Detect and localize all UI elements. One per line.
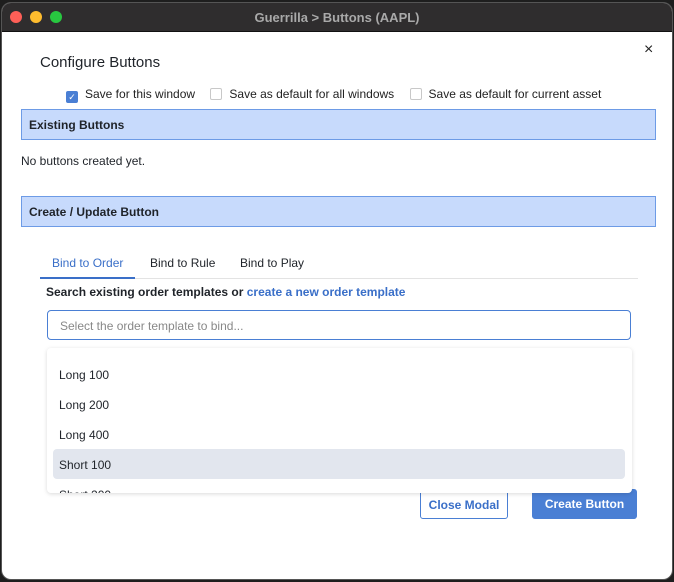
create-button[interactable]: Create Button — [532, 489, 637, 519]
dropdown-item[interactable]: Long 100 — [53, 359, 625, 389]
order-template-input[interactable]: Select the order template to bind... — [47, 310, 631, 340]
dropdown-item[interactable]: Long 200 — [53, 389, 625, 419]
checkbox-icon[interactable] — [210, 88, 223, 100]
save-default-asset-checkbox[interactable]: Save as default for current asset — [409, 87, 602, 101]
close-icon[interactable]: × — [644, 41, 653, 59]
create-template-link[interactable]: create a new order template — [247, 285, 406, 299]
dropdown-item[interactable]: Long 400 — [53, 419, 625, 449]
save-default-all-checkbox[interactable]: Save as default for all windows — [210, 87, 394, 101]
template-dropdown: Long 100 Long 200 Long 400 Short 100 Sho… — [47, 348, 632, 493]
option-label: Save for this window — [85, 87, 196, 101]
save-options: ✓ Save for this window Save as default fo… — [66, 87, 613, 103]
dropdown-item[interactable]: Short 200 — [53, 479, 625, 493]
empty-text: No buttons created yet. — [21, 154, 146, 168]
window-title: Guerrilla > Buttons (AAPL) — [254, 10, 420, 25]
tab-bind-to-order[interactable]: Bind to Order — [40, 256, 136, 279]
existing-buttons-header: Existing Buttons — [21, 109, 656, 140]
search-instructions: Search existing order templates or creat… — [46, 285, 405, 299]
option-label: Save as default for all windows — [229, 87, 395, 101]
checkbox-icon[interactable] — [409, 88, 422, 100]
close-modal-button[interactable]: Close Modal — [420, 489, 508, 519]
app-window: Guerrilla > Buttons (AAPL) × Configure B… — [1, 2, 673, 580]
option-label: Save as default for current asset — [428, 87, 602, 101]
create-update-header: Create / Update Button — [21, 196, 656, 227]
dropdown-item[interactable]: Short 100 — [53, 449, 625, 479]
tab-bind-to-rule[interactable]: Bind to Rule — [150, 256, 215, 270]
tab-bind-to-play[interactable]: Bind to Play — [240, 256, 304, 270]
checkbox-checked-icon[interactable]: ✓ — [66, 91, 78, 103]
modal-title: Configure Buttons — [40, 54, 161, 71]
tab-bar: Bind to Order Bind to Rule Bind to Play — [40, 251, 638, 279]
save-window-checkbox[interactable]: ✓ Save for this window — [66, 87, 196, 103]
title-bar: Guerrilla > Buttons (AAPL) — [2, 3, 672, 32]
search-prefix: Search existing order templates or — [46, 285, 247, 299]
